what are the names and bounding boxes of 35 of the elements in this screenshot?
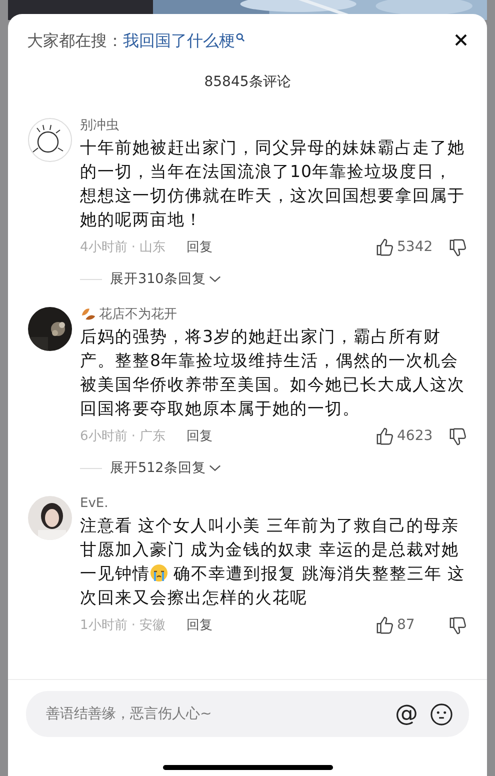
reply-button[interactable]: 回复 — [186, 427, 213, 445]
comment-input[interactable]: 善语结善缘，恶言伤人心~ @ — [26, 691, 469, 737]
comment-text: 注意看 这个女人叫小美 三年前为了救自己的母亲甘愿加入豪门 成为金钱的奴隶 幸运的是总裁对她一见钟情 确不幸遭到报复 跳海消失整整三年 这次回来又会擦出怎样的火花呢 — [80, 515, 466, 609]
comment-time: 4小时前 · 山东 — [80, 239, 166, 256]
thumbs-down-icon[interactable] — [449, 238, 467, 256]
thumbs-up-icon[interactable] — [376, 238, 394, 256]
comment-time: 1小时前 · 安徽 — [80, 617, 166, 634]
thumbs-down-icon[interactable] — [449, 426, 467, 446]
like-count: 4623 — [397, 428, 434, 444]
thumbs-down-icon[interactable] — [449, 616, 467, 634]
username[interactable]: 别冲虫 — [80, 116, 119, 134]
crying-emoji-icon — [150, 564, 168, 582]
search-link[interactable]: 我回国了什么梗 — [123, 31, 235, 52]
comment-text: 十年前她被赶出家门，同父异母的妹妹霸占走了她的一切，当年在法国流浪了10年靠捡垃圾度日，想想这一切仿佛就在昨天，这次回国想要拿回属于她的呢两亩地！ — [80, 137, 466, 231]
reply-button[interactable]: 回复 — [186, 238, 213, 256]
thumbs-up-icon[interactable] — [376, 616, 394, 634]
search-icon — [236, 33, 245, 42]
comment-text: 后妈的强势，将3岁的她赶出家门，霸占所有财产。整整8年靠捡垃圾维持生活，偶然的一次机会被美国华侨收养带至美国。如今她已长大成人这次回国将要夺取她原本属于她的一切。 — [80, 326, 466, 420]
username[interactable]: EvE. — [80, 496, 108, 510]
username[interactable]: 花店不为花开 — [99, 305, 177, 323]
smiley-icon[interactable] — [430, 702, 453, 726]
avatar-drawing — [28, 118, 72, 162]
mention-button[interactable]: @ — [395, 701, 418, 727]
reply-button[interactable]: 回复 — [186, 616, 213, 634]
close-icon[interactable] — [455, 34, 467, 46]
search-label: 大家都在搜： — [27, 31, 123, 52]
chevron-down-icon — [208, 464, 221, 472]
thumbs-up-icon[interactable] — [376, 426, 394, 446]
expand-replies-button[interactable]: 展开512条回复 — [110, 459, 221, 477]
chevron-down-icon — [208, 275, 221, 283]
comment-time: 6小时前 · 广东 — [80, 428, 166, 445]
expand-replies-button[interactable]: 展开310条回复 — [110, 270, 221, 288]
like-count: 87 — [397, 617, 416, 633]
comment-count: 85845条评论 — [204, 73, 291, 91]
like-count: 5342 — [397, 239, 434, 255]
